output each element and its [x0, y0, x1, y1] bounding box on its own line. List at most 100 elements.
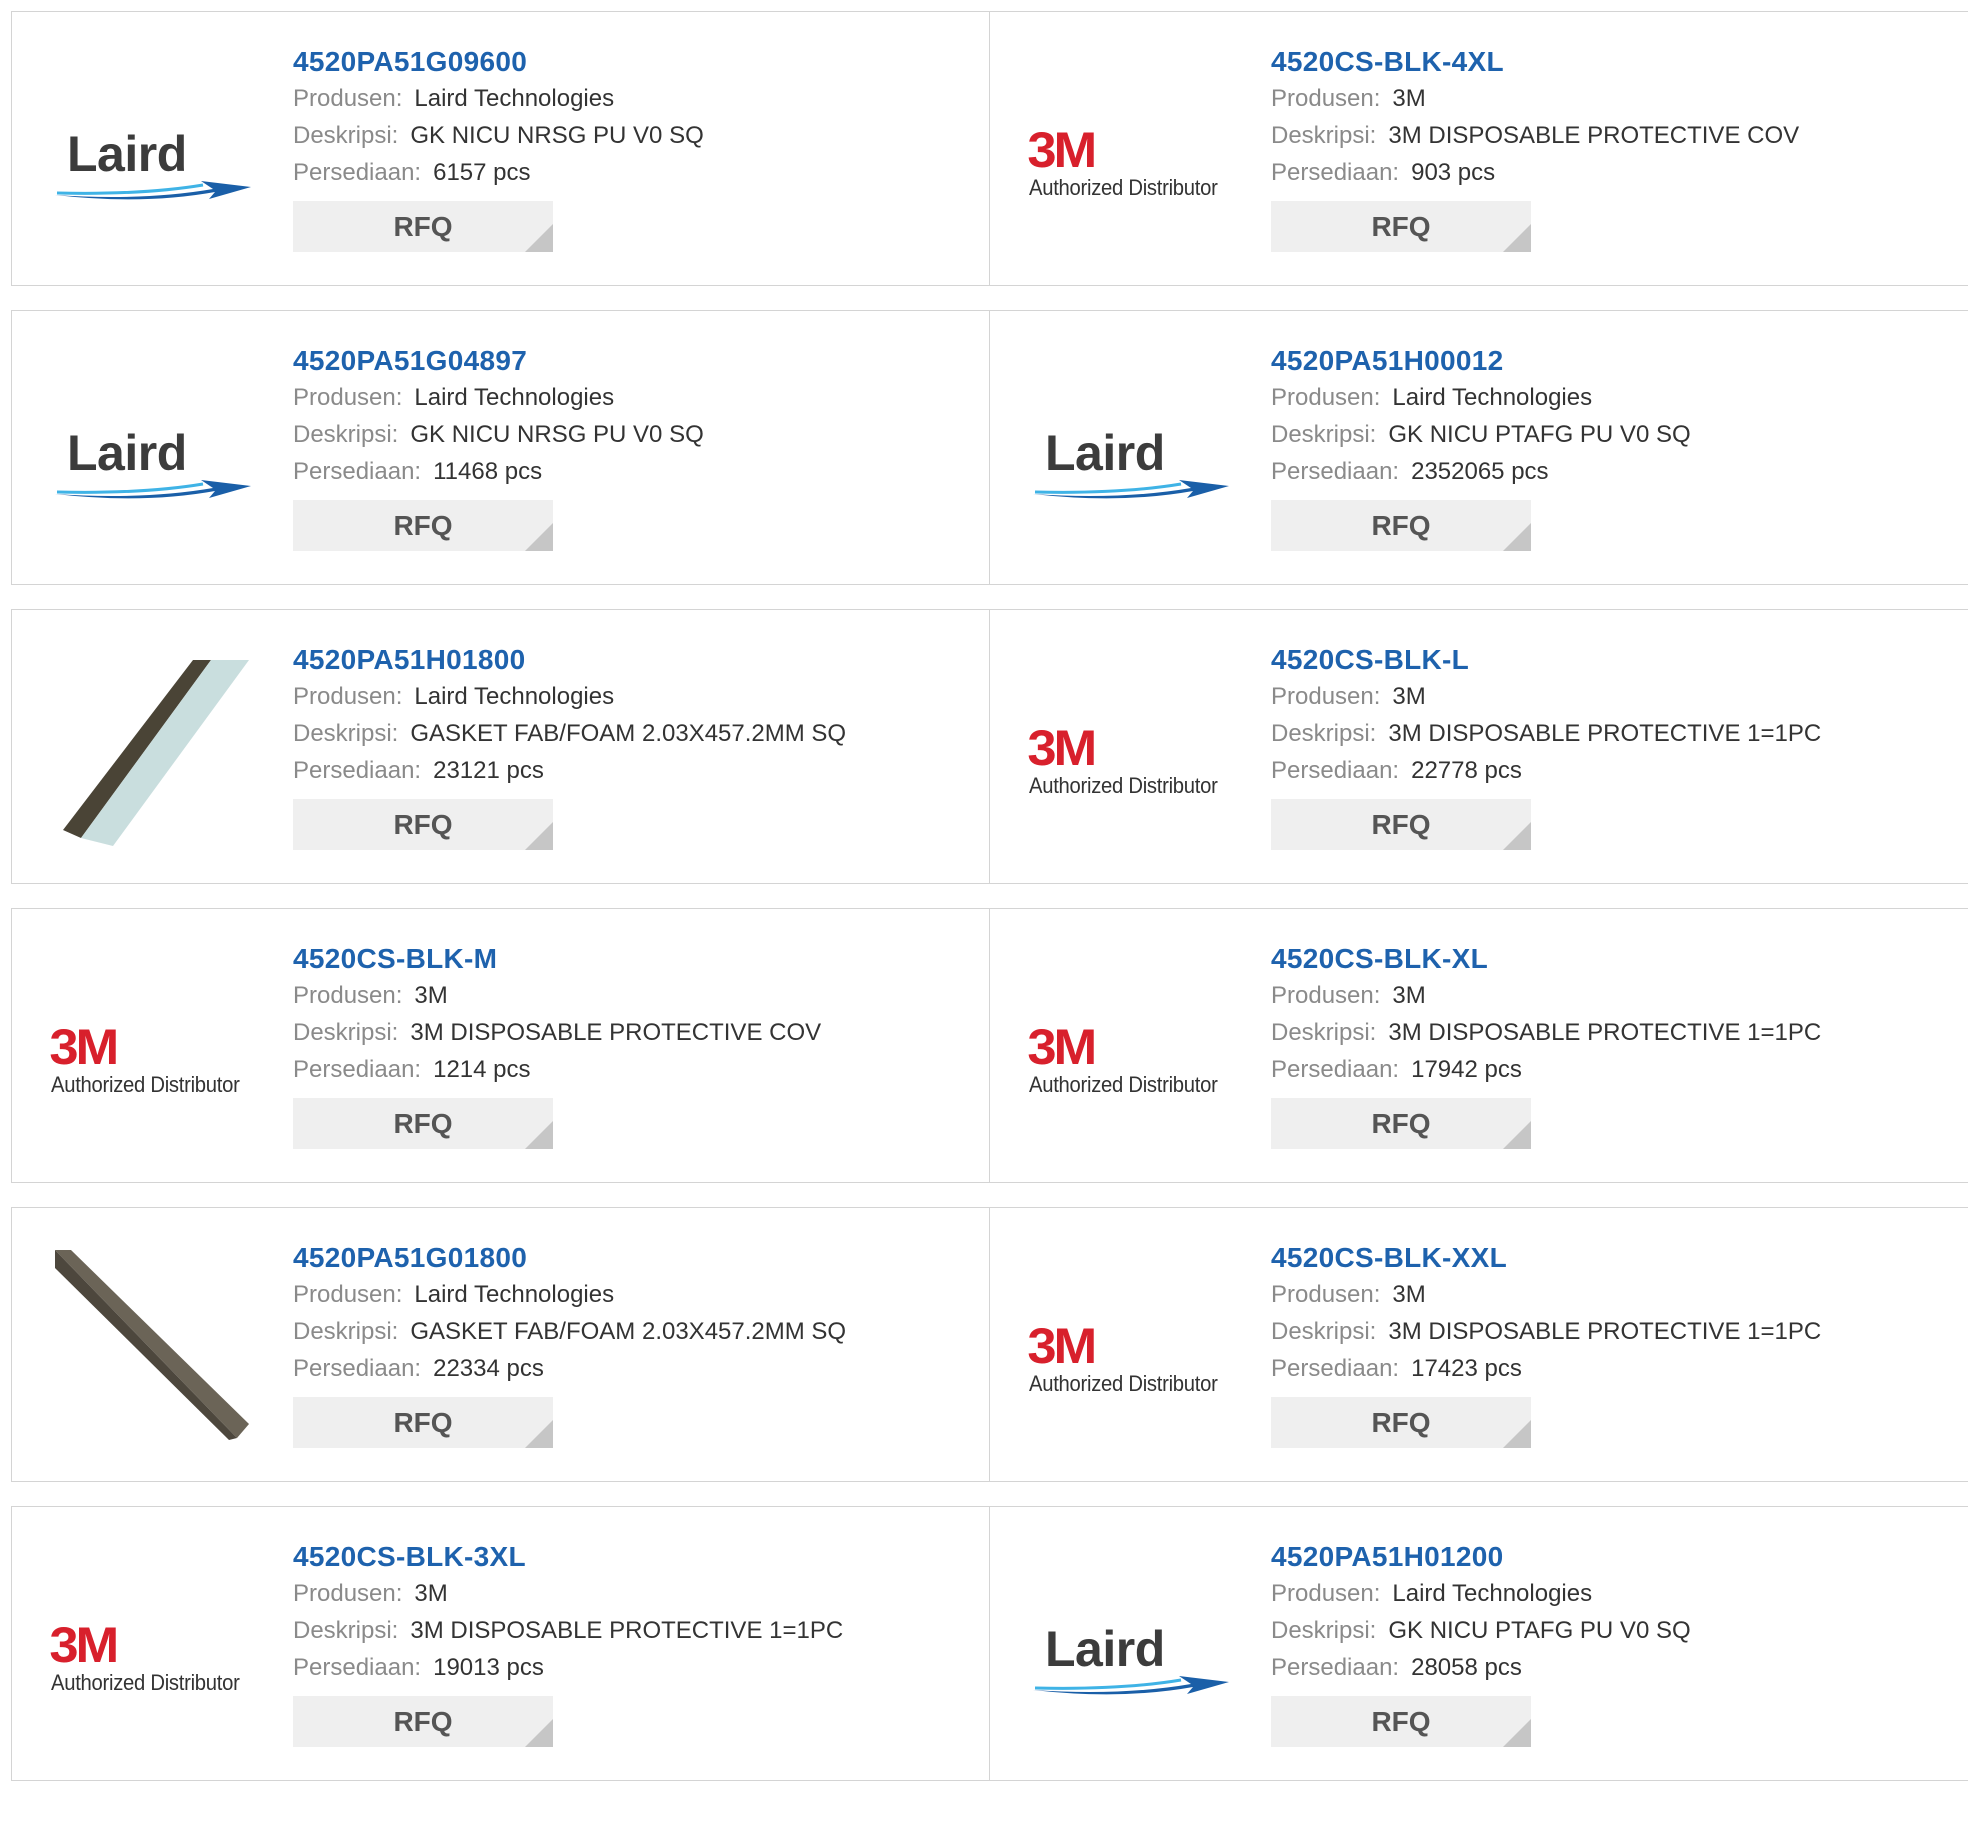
rfq-label: RFQ: [1371, 210, 1431, 242]
description-row: Deskripsi: 3M DISPOSABLE PROTECTIVE 1=1PC: [1271, 715, 1821, 752]
part-number-link[interactable]: 4520CS-BLK-M: [293, 941, 821, 977]
laird-logo-text: Laird: [1045, 425, 1165, 481]
rfq-button[interactable]: RFQ: [293, 1397, 553, 1448]
product-card: Laird 4520PA51G09600 Produsen: Laird Tech…: [11, 11, 991, 286]
part-number-link[interactable]: 4520PA51H01800: [293, 642, 846, 678]
description-label: Deskripsi:: [1271, 122, 1377, 149]
manufacturer-row: Produsen: 3M: [293, 1575, 843, 1612]
authorized-distributor-text: Authorized Distributor: [1028, 773, 1218, 798]
stock-row: Persediaan: 6157 pcs: [293, 154, 704, 191]
description-value: 3M DISPOSABLE PROTECTIVE 1=1PC: [1388, 1019, 1822, 1046]
rfq-label: RFQ: [1371, 1107, 1431, 1139]
product-image[interactable]: [52, 650, 254, 850]
part-number-link[interactable]: 4520PA51H01200: [1271, 1539, 1691, 1575]
product-card: 3M Authorized Distributor 4520CS-BLK-4XL …: [989, 11, 1968, 286]
stock-row: Persediaan: 1214 pcs: [293, 1051, 821, 1088]
stock-row: Persediaan: 17423 pcs: [1271, 1350, 1821, 1387]
rfq-button[interactable]: RFQ: [293, 201, 553, 252]
product-info: 4520PA51G09600 Produsen: Laird Technologi…: [293, 44, 704, 252]
product-image[interactable]: 3M Authorized Distributor: [49, 1595, 254, 1725]
part-number-link[interactable]: 4520CS-BLK-3XL: [293, 1539, 843, 1575]
part-number-link[interactable]: 4520CS-BLK-L: [1271, 642, 1821, 678]
part-number-link[interactable]: 4520PA51G04897: [293, 343, 704, 379]
product-info: 4520CS-BLK-4XL Produsen: 3M Deskripsi: 3M …: [1271, 44, 1799, 252]
authorized-distributor-text: Authorized Distributor: [1028, 1072, 1218, 1097]
rfq-button[interactable]: RFQ: [293, 799, 553, 850]
description-value: 3M DISPOSABLE PROTECTIVE 1=1PC: [410, 1617, 844, 1644]
rfq-label: RFQ: [1371, 1705, 1431, 1737]
description-value: GK NICU NRSG PU V0 SQ: [410, 421, 704, 448]
product-card: Laird 4520PA51H00012 Produsen: Laird Tech…: [989, 310, 1968, 585]
manufacturer-value: Laird Technologies: [1392, 384, 1593, 411]
stock-row: Persediaan: 22334 pcs: [293, 1350, 846, 1387]
part-number-link[interactable]: 4520PA51H00012: [1271, 343, 1691, 379]
product-image[interactable]: 3M Authorized Distributor: [1026, 997, 1234, 1127]
description-row: Deskripsi: 3M DISPOSABLE PROTECTIVE 1=1PC: [1271, 1014, 1821, 1051]
description-row: Deskripsi: GK NICU PTAFG PU V0 SQ: [1271, 1612, 1691, 1649]
manufacturer-value: Laird Technologies: [414, 1281, 615, 1308]
rfq-button[interactable]: RFQ: [1271, 201, 1531, 252]
manufacturer-row: Produsen: 3M: [1271, 80, 1799, 117]
manufacturer-row: Produsen: Laird Technologies: [293, 1276, 846, 1313]
3m-logo-mark: 3M: [48, 1019, 119, 1075]
description-label: Deskripsi:: [1271, 720, 1377, 747]
rfq-button[interactable]: RFQ: [1271, 1696, 1531, 1747]
product-card: 3M Authorized Distributor 4520CS-BLK-L Pr…: [989, 609, 1968, 884]
stock-value: 11468 pcs: [433, 458, 543, 485]
description-value: 3M DISPOSABLE PROTECTIVE 1=1PC: [1388, 1318, 1822, 1345]
product-image[interactable]: 3M Authorized Distributor: [1027, 698, 1232, 828]
corner-fold-icon: [525, 523, 553, 551]
description-label: Deskripsi:: [1271, 421, 1377, 448]
stock-label: Persediaan:: [1271, 1355, 1400, 1382]
rfq-button[interactable]: RFQ: [1271, 500, 1531, 551]
corner-fold-icon: [1503, 1420, 1531, 1448]
rfq-button[interactable]: RFQ: [1271, 1397, 1531, 1448]
product-image[interactable]: Laird: [52, 100, 254, 230]
manufacturer-label: Produsen:: [1271, 384, 1381, 411]
authorized-distributor-text: Authorized Distributor: [1028, 1371, 1218, 1396]
stock-label: Persediaan:: [293, 1056, 422, 1083]
part-number-link[interactable]: 4520PA51G01800: [293, 1240, 846, 1276]
laird-logo-text: Laird: [67, 126, 187, 182]
3m-logo: 3M Authorized Distributor: [1026, 1019, 1234, 1100]
description-row: Deskripsi: 3M DISPOSABLE PROTECTIVE 1=1PC: [1271, 1313, 1821, 1350]
stock-row: Persediaan: 19013 pcs: [293, 1649, 843, 1686]
product-image[interactable]: 3M Authorized Distributor: [48, 997, 254, 1127]
swoosh-icon: [1033, 1676, 1229, 1695]
manufacturer-label: Produsen:: [1271, 1580, 1381, 1607]
rfq-button[interactable]: RFQ: [1271, 1098, 1531, 1149]
product-image[interactable]: 3M Authorized Distributor: [1027, 100, 1232, 230]
rfq-button[interactable]: RFQ: [1271, 799, 1531, 850]
product-image[interactable]: [52, 1248, 254, 1448]
manufacturer-label: Produsen:: [293, 1281, 403, 1308]
description-value: GK NICU PTAFG PU V0 SQ: [1388, 1617, 1691, 1644]
description-value: GK NICU NRSG PU V0 SQ: [410, 122, 704, 149]
stock-label: Persediaan:: [1271, 1654, 1400, 1681]
stock-row: Persediaan: 903 pcs: [1271, 154, 1799, 191]
rfq-button[interactable]: RFQ: [293, 1098, 553, 1149]
part-number-link[interactable]: 4520CS-BLK-XXL: [1271, 1240, 1821, 1276]
3m-logo-mark: 3M: [1026, 1019, 1097, 1075]
part-number-link[interactable]: 4520PA51G09600: [293, 44, 704, 80]
description-row: Deskripsi: 3M DISPOSABLE PROTECTIVE COV: [293, 1014, 821, 1051]
product-image[interactable]: Laird: [1030, 1595, 1232, 1725]
stock-label: Persediaan:: [1271, 159, 1400, 186]
product-image[interactable]: Laird: [1030, 399, 1232, 529]
stock-label: Persediaan:: [293, 159, 422, 186]
rfq-button[interactable]: RFQ: [293, 1696, 553, 1747]
description-value: GASKET FAB/FOAM 2.03X457.2MM SQ: [410, 1318, 847, 1345]
manufacturer-row: Produsen: 3M: [1271, 977, 1821, 1014]
rfq-button[interactable]: RFQ: [293, 500, 553, 551]
manufacturer-label: Produsen:: [1271, 683, 1381, 710]
rfq-label: RFQ: [393, 1705, 453, 1737]
product-image[interactable]: Laird: [52, 399, 254, 529]
description-value: 3M DISPOSABLE PROTECTIVE 1=1PC: [1388, 720, 1822, 747]
product-image[interactable]: 3M Authorized Distributor: [1027, 1296, 1232, 1426]
part-number-link[interactable]: 4520CS-BLK-XL: [1271, 941, 1821, 977]
manufacturer-value: 3M: [1392, 1281, 1426, 1308]
stock-value: 2352065 pcs: [1411, 458, 1549, 485]
product-card: 3M Authorized Distributor 4520CS-BLK-M Pr…: [11, 908, 991, 1183]
part-number-link[interactable]: 4520CS-BLK-4XL: [1271, 44, 1799, 80]
manufacturer-row: Produsen: 3M: [1271, 678, 1821, 715]
product-row: Laird 4520PA51G04897 Produsen: Laird Tech…: [11, 310, 1968, 585]
